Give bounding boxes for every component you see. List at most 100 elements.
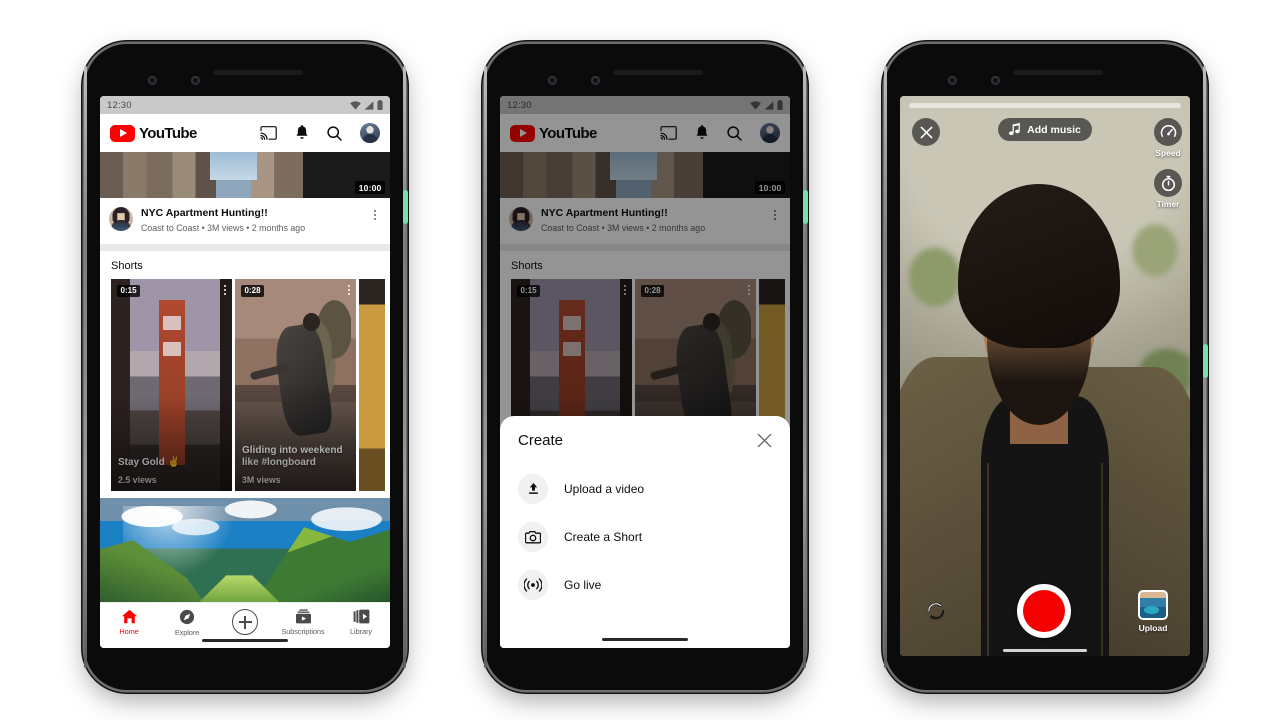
nav-item-library[interactable]: Library [332,609,390,636]
nav-label-subscriptions: Subscriptions [281,627,325,636]
add-music-button[interactable]: Add music [998,118,1092,141]
earpiece-speaker [613,70,703,75]
broadcast-live-icon [518,570,548,600]
gallery-thumbnail [1138,589,1168,620]
phone-camera: Add music Speed Timer Upload [884,44,1208,690]
recording-progress-bar [909,103,1181,108]
feed-landscape-thumbnail[interactable] [100,497,390,603]
thumbnail-sky [210,152,257,180]
timer-label: Timer [1156,199,1180,209]
camera-close-button[interactable] [912,118,940,146]
create-option-label: Go live [564,578,602,592]
timer-button[interactable] [1154,169,1182,197]
video-duration-badge: 10:00 [355,181,385,194]
search-icon[interactable] [327,125,342,141]
nav-label-home: Home [119,627,139,636]
home-indicator [602,638,688,641]
camera-top-bar: Add music [900,118,1190,146]
compass-icon [179,609,195,625]
video-text-block: NYC Apartment Hunting!! Coast to Coast •… [141,207,361,233]
notifications-bell-icon[interactable] [295,125,309,141]
music-note-icon [1009,123,1020,135]
add-music-label: Add music [1027,123,1081,136]
nav-item-explore[interactable]: Explore [158,609,216,637]
earpiece-speaker [1013,70,1103,75]
home-indicator [202,639,288,642]
short-thumbnail-art [235,278,356,491]
front-camera-icon [148,76,157,85]
speed-label: Speed [1155,148,1181,158]
youtube-play-icon [110,124,135,142]
channel-avatar[interactable] [109,207,133,231]
speedometer-icon [1160,124,1176,137]
upload-button[interactable]: Upload [1138,589,1168,633]
status-icons [350,100,383,110]
power-button-accent[interactable] [802,190,808,224]
screenshot-stage: 12:30 YouTube 10:00 NYC Apartment Huntin… [0,0,1280,720]
short-card[interactable]: 0:28 Gliding into weekend like #longboar… [235,278,356,491]
nav-item-home[interactable]: Home [100,609,158,636]
nav-label-explore: Explore [174,628,200,637]
close-x-icon[interactable] [757,433,772,448]
camera-bottom-bar: Upload [900,584,1190,638]
flip-camera-button[interactable] [922,597,950,625]
nav-item-subscriptions[interactable]: Subscriptions [274,609,332,636]
camera-tool-speed[interactable]: Speed [1154,118,1182,158]
earpiece-speaker [213,70,303,75]
library-icon [353,609,369,624]
youtube-logo-text: YouTube [139,124,197,142]
cast-icon[interactable] [260,126,277,140]
camera-tool-timer[interactable]: Timer [1154,169,1182,209]
status-time: 12:30 [107,99,132,111]
create-bottom-sheet: Create Upload a video Create a Short Go … [500,416,790,648]
speed-button[interactable] [1154,118,1182,146]
account-avatar[interactable] [360,123,380,143]
camera-icon [518,522,548,552]
kebab-menu-icon[interactable] [369,207,381,220]
create-option-create-a-short[interactable]: Create a Short [518,513,772,561]
signal-icon [364,100,374,110]
camera-tools: Speed Timer [1154,118,1182,209]
section-divider [100,243,390,251]
battery-icon [377,100,383,110]
front-camera-secondary-icon [591,76,600,85]
phone-home: 12:30 YouTube 10:00 NYC Apartment Huntin… [84,44,408,690]
create-option-go-live[interactable]: Go live [518,561,772,609]
shorts-shelf[interactable]: 0:15 Stay Gold ✌ 2.5 views 0:28 Gliding … [100,278,390,491]
front-camera-secondary-icon [191,76,200,85]
home-icon [121,609,137,624]
short-thumbnail-art [359,278,385,491]
short-thumbnail-art [111,278,232,491]
stopwatch-icon [1161,175,1175,191]
phone-create: 12:30 YouTube 10:00 NYC Apartment Huntin… [484,44,808,690]
create-option-label: Create a Short [564,530,643,544]
power-button-accent[interactable] [1202,344,1208,378]
create-sheet-title: Create [518,432,564,449]
flip-camera-icon [927,602,945,620]
status-bar: 12:30 [100,96,390,114]
short-card[interactable]: 0:15 Stay Gold ✌ 2.5 views [111,278,232,491]
feed-video-thumbnail[interactable]: 10:00 [100,152,390,198]
close-x-icon [920,126,932,138]
youtube-app-header: YouTube [100,114,390,152]
feed-video-row[interactable]: NYC Apartment Hunting!! Coast to Coast •… [100,198,390,244]
phone-create-screen: 12:30 YouTube 10:00 NYC Apartment Huntin… [500,96,790,648]
create-plus-icon[interactable] [232,609,258,635]
upload-label: Upload [1138,622,1168,633]
power-button-accent[interactable] [402,190,408,224]
short-card-partial[interactable] [359,278,385,491]
create-sheet-header: Create [518,432,772,449]
home-indicator [1003,649,1087,652]
record-button[interactable] [1017,584,1071,638]
phone-home-screen: 12:30 YouTube 10:00 NYC Apartment Huntin… [100,96,390,648]
subscriptions-icon [295,609,311,624]
video-meta-line: Coast to Coast • 3M views • 2 months ago [141,222,306,233]
header-actions [260,123,380,143]
upload-arrow-icon [518,474,548,504]
nav-item-create[interactable] [216,609,274,635]
youtube-logo[interactable]: YouTube [110,124,197,142]
camera-viewfinder[interactable]: Add music Speed Timer Upload [900,96,1190,656]
shorts-section-title: Shorts [100,250,390,279]
create-option-upload-a-video[interactable]: Upload a video [518,465,772,513]
wifi-icon [350,100,361,110]
